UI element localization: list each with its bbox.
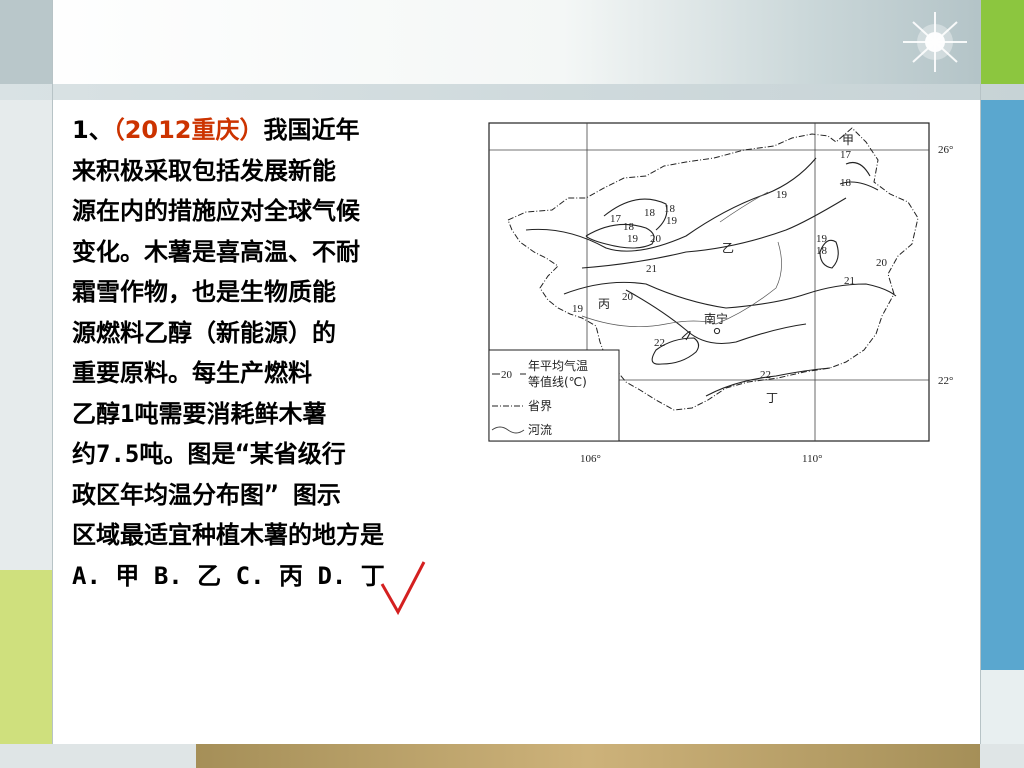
check-mark-icon — [380, 561, 426, 616]
question-source: （2012重庆） — [112, 116, 264, 144]
question-stem-line: 区域最适宜种植木薯的地方是 — [72, 521, 384, 549]
isotherm-label: 20 — [650, 233, 662, 245]
question-stem-line: 变化。木薯是喜高温、不耐 — [72, 237, 360, 266]
isotherm-label: 18 — [664, 203, 676, 215]
isotherm-label: 19 — [572, 303, 584, 315]
legend-isotherm-label-1: 年平均气温 — [528, 358, 588, 373]
isotherm-label: 22 — [654, 337, 665, 349]
question-number: 1、 — [72, 116, 113, 144]
region-jia: 甲 — [842, 133, 854, 147]
question-stem-line: 重要原料。每生产燃料 — [72, 359, 312, 387]
isotherm-label: 20 — [622, 291, 634, 303]
footer-gold-band — [196, 744, 980, 768]
lat-label-26: 26° — [938, 144, 953, 156]
option-c[interactable]: C. 丙 — [236, 562, 303, 590]
legend-river-label: 河流 — [528, 423, 552, 437]
isotherm-label: 18 — [816, 245, 828, 257]
isotherm-label: 19 — [816, 233, 828, 245]
isotherm-label: 21 — [646, 263, 657, 275]
question-stem-line: 约7.5吨。图是“某省级行 — [72, 440, 346, 468]
question-stem-line: 政区年均温分布图” 图示 — [72, 480, 341, 509]
sparkle-icon — [903, 12, 967, 72]
answer-options: A. 甲 B. 乙 C. 丙 D. 丁 — [72, 556, 522, 597]
right-strip-green — [980, 0, 1024, 84]
question-stem-line: 我国近年 — [263, 116, 360, 144]
isotherm-label: 18 — [840, 177, 852, 189]
lat-label-22: 22° — [938, 375, 953, 387]
legend-sample-value: 20 — [501, 369, 513, 381]
isotherm-label: 18 — [623, 221, 635, 233]
right-strip-light — [980, 670, 1024, 744]
legend-boundary-label: 省界 — [528, 399, 552, 413]
right-strip-blue — [980, 100, 1024, 670]
option-d[interactable]: D. 丁 — [317, 562, 384, 590]
left-strip-top — [0, 0, 52, 84]
question-stem-line: 来积极采取包括发展新能 — [72, 156, 336, 185]
isotherm-label: 17 — [610, 213, 622, 225]
region-ding: 丁 — [766, 391, 778, 405]
isotherm-label: 20 — [876, 257, 888, 269]
isotherm-map: 17 18 19 20 18 18 19 21 20 19 22 19 17 1… — [488, 122, 953, 465]
left-strip-green — [0, 570, 52, 744]
isotherm-label: 17 — [840, 149, 852, 161]
option-a[interactable]: A. 甲 — [72, 562, 139, 590]
region-yi: 乙 — [722, 241, 734, 255]
question-stem-line: 霜雪作物，也是生物质能 — [72, 278, 336, 306]
header-band — [0, 0, 1024, 84]
frame-line-left — [52, 0, 53, 768]
city-nanning: 南宁 — [704, 311, 728, 326]
region-bing: 丙 — [598, 297, 610, 311]
lon-label-110: 110° — [802, 453, 823, 465]
isotherm-label: 19 — [776, 189, 788, 201]
header-separator — [0, 84, 1024, 100]
city-marker — [713, 327, 721, 335]
isotherm-label: 19 — [666, 215, 678, 227]
isotherm-label: 22 — [760, 369, 771, 381]
isotherm-label: 19 — [627, 233, 639, 245]
question-stem-line: 源在内的措施应对全球气候 — [72, 197, 360, 225]
lon-label-106: 106° — [580, 453, 601, 465]
isotherm-label: 21 — [844, 275, 855, 287]
question-stem-line: 源燃料乙醇（新能源）的 — [72, 318, 336, 347]
left-strip-mid — [0, 100, 52, 570]
question-text: 1、（2012重庆）我国近年 来积极采取包括发展新能 源在内的措施应对全球气候 … — [72, 110, 522, 596]
legend-isotherm-label-2: 等值线(℃) — [528, 374, 587, 389]
question-stem-line: 乙醇1吨需要消耗鲜木薯 — [72, 399, 327, 428]
isotherm-label: 18 — [644, 207, 656, 219]
question-line-1: 1、（2012重庆）我国近年 — [72, 110, 522, 151]
option-b[interactable]: B. 乙 — [154, 562, 221, 590]
